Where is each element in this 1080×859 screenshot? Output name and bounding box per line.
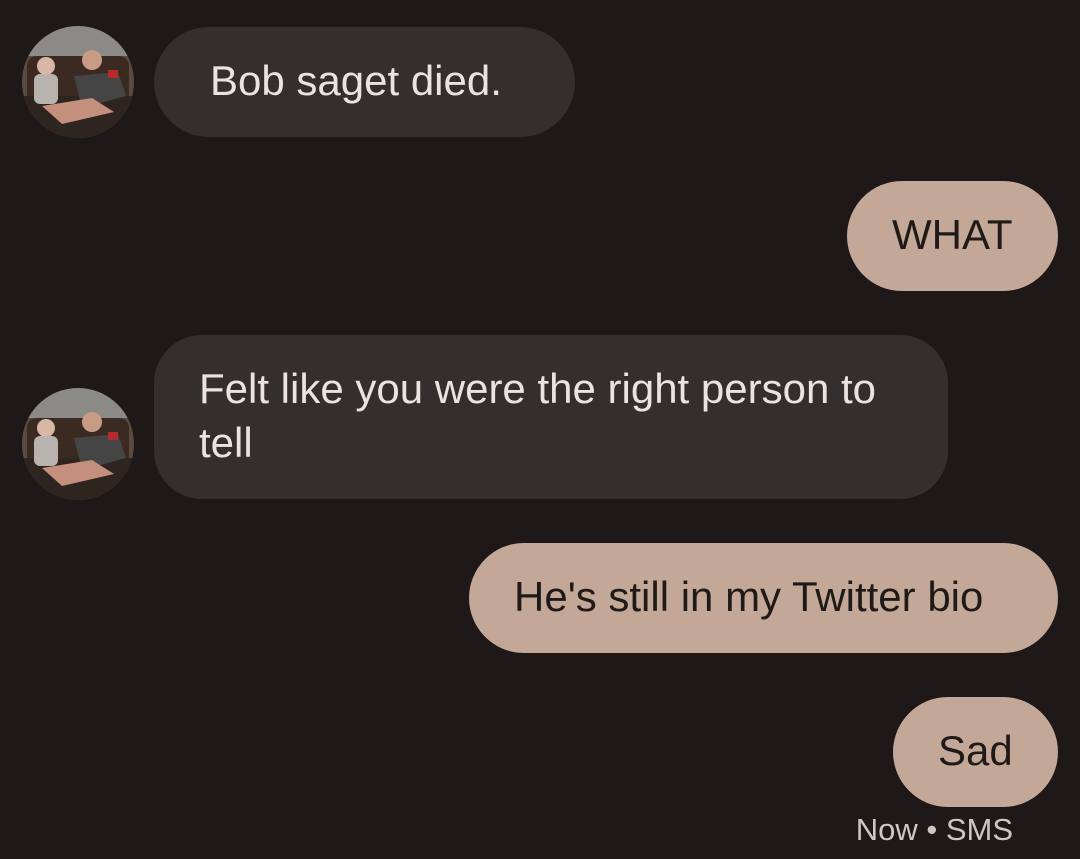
- contact-avatar[interactable]: [22, 26, 134, 138]
- message-status: Now • SMS: [856, 812, 1013, 848]
- message-bubble-outgoing[interactable]: Sad: [893, 697, 1058, 807]
- message-text: Bob saget died.: [210, 57, 502, 104]
- contact-photo: [22, 26, 134, 138]
- message-text: WHAT: [892, 211, 1013, 258]
- message-channel: SMS: [945, 812, 1013, 847]
- message-time: Now: [855, 812, 918, 847]
- message-bubble-incoming[interactable]: Bob saget died.: [154, 27, 575, 137]
- message-bubble-incoming[interactable]: Felt like you were the right person to t…: [154, 335, 948, 499]
- message-text: Felt like you were the right person to t…: [199, 365, 877, 466]
- message-bubble-outgoing[interactable]: He's still in my Twitter bio: [469, 543, 1058, 653]
- meta-separator: •: [926, 812, 938, 847]
- message-text: He's still in my Twitter bio: [514, 573, 984, 620]
- message-text: Sad: [938, 727, 1013, 774]
- contact-photo: [22, 388, 134, 500]
- contact-avatar[interactable]: [22, 388, 134, 500]
- message-bubble-outgoing[interactable]: WHAT: [847, 181, 1058, 291]
